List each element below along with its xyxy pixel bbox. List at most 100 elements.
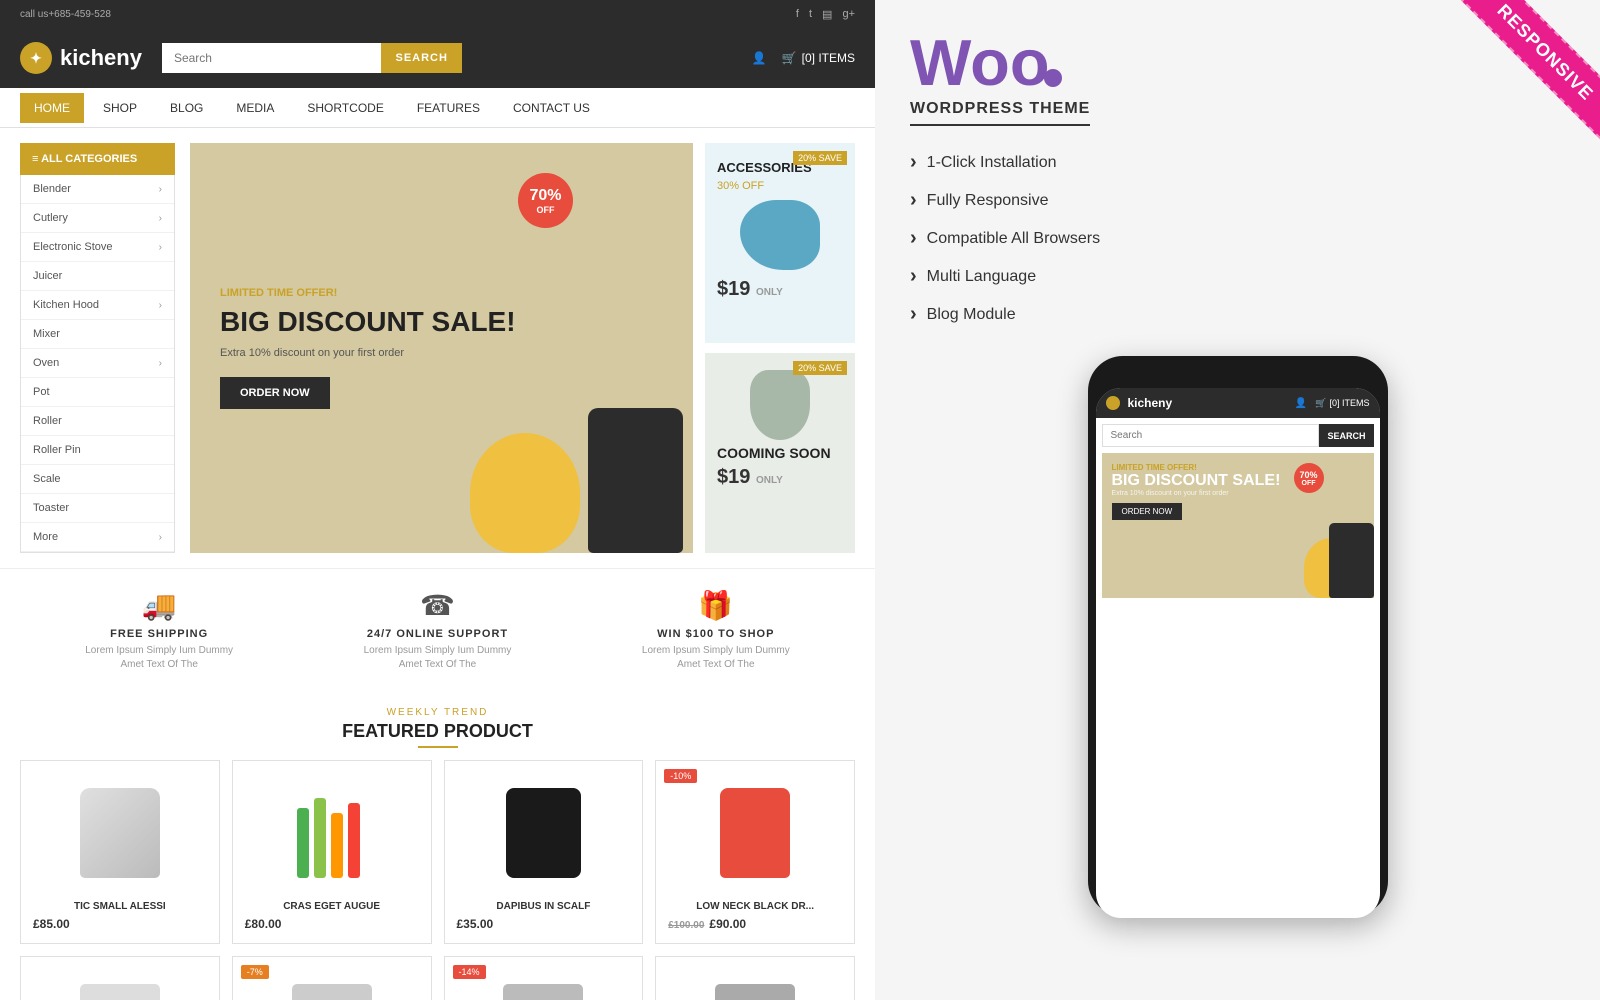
nav-home[interactable]: HOME: [20, 93, 84, 123]
product-image-8: [668, 969, 842, 1000]
phone-search-form: SEARCH: [1102, 424, 1374, 447]
product7-image: [503, 984, 583, 1000]
search-input[interactable]: [162, 43, 382, 73]
product8-image: [715, 984, 795, 1000]
yellow-jar-image: [470, 433, 580, 553]
hero-area: LIMITED TIME OFFER! BIG DISCOUNT SALE! E…: [190, 143, 855, 553]
header-right: 👤 🛒 [0] ITEMS: [752, 51, 855, 65]
sidebar-item[interactable]: Cutlery ›: [21, 204, 174, 233]
feature-label-2: Fully Responsive: [927, 192, 1049, 210]
phone-black-jar: [1329, 523, 1374, 598]
coffee-machine-image: [506, 788, 581, 878]
product-image-3: [457, 773, 631, 893]
product-badge-4: -10%: [664, 769, 697, 783]
woo-logo-container: Woo: [910, 30, 1050, 95]
sidebar-item[interactable]: Toaster: [21, 494, 174, 523]
site-header: ✦ kicheny SEARCH 👤 🛒 [0] ITEMS: [0, 28, 875, 88]
banner-price-1: $19 ONLY: [717, 278, 843, 301]
feature-gift: 🎁 WIN $100 TO SHOP Lorem Ipsum Simply Iu…: [577, 589, 855, 672]
feature-title-3: WIN $100 TO SHOP: [577, 628, 855, 640]
website-preview: call us+685-459-528 f t ▤ g+ ✦ kicheny S…: [0, 0, 875, 1000]
products-grid-2: DESIGNER COURT -7% BEAUTIFULLY DESIGN...…: [20, 956, 855, 1000]
product-name-3: DAPIBUS IN SCALF: [457, 901, 631, 912]
phone-search-button[interactable]: SEARCH: [1319, 424, 1373, 447]
phone-order-button[interactable]: ORDER NOW: [1112, 503, 1183, 520]
nav-contact[interactable]: CONTACT US: [499, 93, 604, 123]
product-card-2[interactable]: CRAS EGET AUGUE £80.00: [232, 760, 432, 944]
phone-mockup: kicheny 👤 🛒 [0] ITEMS SEARCH LIMITED TIM…: [1088, 356, 1388, 916]
phone-header: kicheny 👤 🛒 [0] ITEMS: [1096, 388, 1380, 418]
product-card-4[interactable]: -10% LOW NECK BLACK DR... £100.00£90.00: [655, 760, 855, 944]
sidebar-item[interactable]: Pot: [21, 378, 174, 407]
product-image-4: [668, 773, 842, 893]
support-icon: ☎: [298, 589, 576, 622]
sidebar-item[interactable]: More ›: [21, 523, 174, 552]
feature-blog: Blog Module: [910, 303, 1565, 326]
phone-discount-percent: 70%: [1299, 470, 1317, 480]
phone-logo: kicheny: [1106, 396, 1173, 410]
top-bar: call us+685-459-528 f t ▤ g+: [0, 0, 875, 28]
gift-icon: 🎁: [577, 589, 855, 622]
sidebar-item[interactable]: Electronic Stove ›: [21, 233, 174, 262]
discount-percent: 70%: [529, 187, 561, 205]
product-name-1: TIC SMALL ALESSI: [33, 901, 207, 912]
feature-label-4: Multi Language: [927, 268, 1036, 286]
phone-search-input[interactable]: [1102, 424, 1320, 447]
feature-label-3: Compatible All Browsers: [927, 230, 1100, 248]
feature-title-2: 24/7 ONLINE SUPPORT: [298, 628, 576, 640]
main-nav: HOME SHOP BLOG MEDIA SHORTCODE FEATURES …: [0, 88, 875, 128]
facebook-icon[interactable]: f: [796, 8, 799, 21]
product-card-7[interactable]: -14% WHITE DESIGNER DRE...: [444, 956, 644, 1000]
nav-shop[interactable]: SHOP: [89, 93, 151, 123]
product-card-6[interactable]: -7% BEAUTIFULLY DESIGN...: [232, 956, 432, 1000]
feature-language: Multi Language: [910, 265, 1565, 288]
sidebar-item[interactable]: Roller: [21, 407, 174, 436]
nav-blog[interactable]: BLOG: [156, 93, 217, 123]
phone-hero-title: BIG DISCOUNT SALE!: [1112, 472, 1364, 490]
sidebar-item[interactable]: Mixer: [21, 320, 174, 349]
twitter-icon[interactable]: t: [809, 8, 812, 21]
phone-cart: 🛒 [0] ITEMS: [1315, 398, 1369, 409]
user-icon-area[interactable]: 👤: [752, 51, 767, 65]
sidebar: ≡ ALL CATEGORIES Blender › Cutlery › Ele…: [20, 143, 175, 553]
hero-title: BIG DISCOUNT SALE!: [220, 307, 516, 338]
logo[interactable]: ✦ kicheny: [20, 42, 142, 74]
cart-icon: 🛒: [782, 51, 797, 65]
nav-features[interactable]: FEATURES: [403, 93, 494, 123]
hero-order-button[interactable]: ORDER NOW: [220, 377, 330, 409]
nav-media[interactable]: MEDIA: [222, 93, 288, 123]
product-price-1: £85.00: [33, 917, 207, 931]
banner-accessories: 20% SAVE ACCESSORIES 30% OFF $19 ONLY: [705, 143, 855, 343]
sidebar-item[interactable]: Roller Pin: [21, 436, 174, 465]
product-card-5[interactable]: DESIGNER COURT: [20, 956, 220, 1000]
feature-browsers: Compatible All Browsers: [910, 227, 1565, 250]
rss-icon[interactable]: ▤: [822, 8, 832, 21]
sidebar-item[interactable]: Juicer: [21, 262, 174, 291]
phone-hero-sub: Extra 10% discount on your first order: [1112, 490, 1364, 497]
sidebar-item[interactable]: Oven ›: [21, 349, 174, 378]
product-badge-7: -14%: [453, 965, 486, 979]
shipping-icon: 🚚: [20, 589, 298, 622]
sidebar-item[interactable]: Blender ›: [21, 175, 174, 204]
phone-logo-text: kicheny: [1128, 396, 1173, 410]
product6-image: [292, 984, 372, 1000]
feature-label-5: Blog Module: [927, 306, 1016, 324]
product-card-8[interactable]: STRETCHABLE JEAN: [655, 956, 855, 1000]
teapot-image: [740, 200, 820, 270]
logo-text: kicheny: [60, 45, 142, 71]
product-price-3: £35.00: [457, 917, 631, 931]
sidebar-item[interactable]: Kitchen Hood ›: [21, 291, 174, 320]
featured-title: FEATURED PRODUCT: [20, 721, 855, 742]
product-card-3[interactable]: DAPIBUS IN SCALF £35.00: [444, 760, 644, 944]
sidebar-item[interactable]: Scale: [21, 465, 174, 494]
product-card-1[interactable]: TIC SMALL ALESSI £85.00: [20, 760, 220, 944]
search-button[interactable]: SEARCH: [381, 43, 461, 73]
cart-count: [0] ITEMS: [802, 51, 855, 65]
nav-shortcode[interactable]: SHORTCODE: [293, 93, 397, 123]
cart-icon-area[interactable]: 🛒 [0] ITEMS: [782, 51, 855, 65]
phone-header-right: 👤 🛒 [0] ITEMS: [1295, 398, 1370, 409]
right-panel: RESPONSIVE Woo WORDPRESS THEME 1-Click I…: [875, 0, 1600, 1000]
products-section: Weekly Trend FEATURED PRODUCT TIC SMALL …: [0, 692, 875, 1000]
feature-label-1: 1-Click Installation: [927, 154, 1057, 172]
google-icon[interactable]: g+: [842, 8, 855, 21]
